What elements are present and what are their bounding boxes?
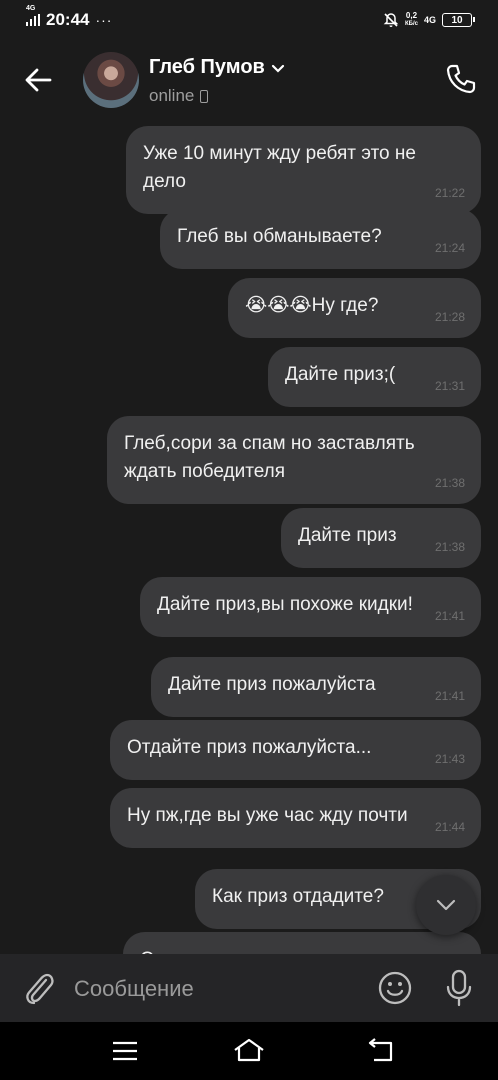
contact-status: online [149, 86, 209, 106]
message-text: Уже 10 минут жду ребят это не дело [143, 143, 416, 192]
message-bubble[interactable]: 😭😭😭Ну где? 21:28 [228, 278, 481, 338]
message-bubble[interactable]: Отдайте приз пожалуйста... 21:43 [110, 720, 481, 780]
clock: 20:44 [46, 10, 90, 29]
phone-call-icon[interactable] [444, 62, 478, 96]
contact-status-text: online [149, 86, 195, 105]
message-bubble[interactable]: Дайте приз,вы похоже кидки! 21:41 [140, 577, 481, 637]
message-bubble[interactable]: Дайте приз пожалуйста 21:41 [151, 657, 481, 717]
contact-name[interactable]: Глеб Пумов [149, 56, 285, 79]
message-time: 21:24 [434, 241, 465, 255]
speed-value: 0,2 [405, 11, 418, 20]
message-text: Дайте приз пожалуйста [168, 674, 376, 695]
status-right: 0,2 КБ/с 4G 10 [383, 12, 475, 28]
bell-off-icon [383, 13, 399, 27]
status-bar: 4G 20:44 ··· 0,2 КБ/с 4G 10 [0, 0, 498, 40]
contact-name-text: Глеб Пумов [149, 56, 265, 78]
chat-header: Глеб Пумов online [0, 40, 498, 120]
message-bubble[interactable]: Дайте приз;( 21:31 [268, 347, 481, 407]
message-bubble[interactable]: Ну пж,где вы уже час жду почти 21:44 [110, 788, 481, 848]
network-tag: 4G [26, 5, 36, 12]
signal-icon: 4G [26, 5, 40, 26]
message-bubble[interactable]: Глеб,сори за спам но заставлять ждать по… [107, 416, 481, 504]
message-time: 21:41 [434, 689, 465, 703]
system-navigation-bar [0, 1022, 498, 1080]
battery-icon: 10 [442, 13, 475, 27]
microphone-icon[interactable] [444, 968, 474, 1008]
status-left: 4G 20:44 ··· [26, 5, 113, 30]
message-text: Ну пж,где вы уже час жду почти [127, 805, 408, 826]
message-time: 21:22 [434, 186, 465, 200]
message-text: Сор за спам ты не отвечал [140, 946, 465, 954]
message-time: 21:44 [434, 820, 465, 834]
message-time: 21:41 [434, 609, 465, 623]
message-time: 21:31 [434, 379, 465, 393]
battery-level: 10 [451, 14, 463, 26]
emoji-icon[interactable] [377, 970, 413, 1006]
message-bubble[interactable]: Глеб вы обманываете? 21:24 [160, 209, 481, 269]
chevron-down-icon [436, 899, 456, 911]
network-type: 4G [423, 15, 436, 25]
back-arrow-icon[interactable] [22, 64, 54, 96]
message-composer [0, 954, 498, 1022]
message-list[interactable]: Уже 10 минут жду ребят это не дело 21:22… [0, 120, 498, 954]
message-time: 21:38 [434, 476, 465, 490]
message-text: Глеб,сори за спам но заставлять ждать по… [124, 433, 415, 482]
message-time: 21:28 [434, 310, 465, 324]
network-speed: 0,2 КБ/с [405, 12, 418, 28]
system-back-icon[interactable] [365, 1038, 395, 1064]
message-time: 21:38 [434, 540, 465, 554]
message-text: 😭😭😭Ну где? [245, 295, 379, 316]
message-time: 21:43 [434, 752, 465, 766]
mobile-device-icon [200, 89, 209, 103]
avatar[interactable] [83, 52, 139, 108]
notification-dots: ··· [95, 12, 113, 28]
chevron-down-icon [271, 64, 284, 73]
speed-unit: КБ/с [405, 21, 418, 27]
message-input[interactable] [72, 968, 366, 1010]
message-bubble[interactable]: Сор за спам ты не отвечал [123, 932, 481, 954]
message-bubble[interactable]: Уже 10 минут жду ребят это не дело 21:22 [126, 126, 481, 214]
menu-icon[interactable] [111, 1040, 139, 1062]
message-text: Дайте приз,вы похоже кидки! [157, 594, 413, 615]
home-icon[interactable] [232, 1036, 266, 1066]
scroll-down-button[interactable] [416, 875, 476, 935]
message-text: Отдайте приз пожалуйста... [127, 737, 372, 758]
paperclip-icon[interactable] [20, 968, 58, 1008]
message-text: Глеб вы обманываете? [177, 226, 382, 247]
message-bubble[interactable]: Дайте приз 21:38 [281, 508, 481, 568]
